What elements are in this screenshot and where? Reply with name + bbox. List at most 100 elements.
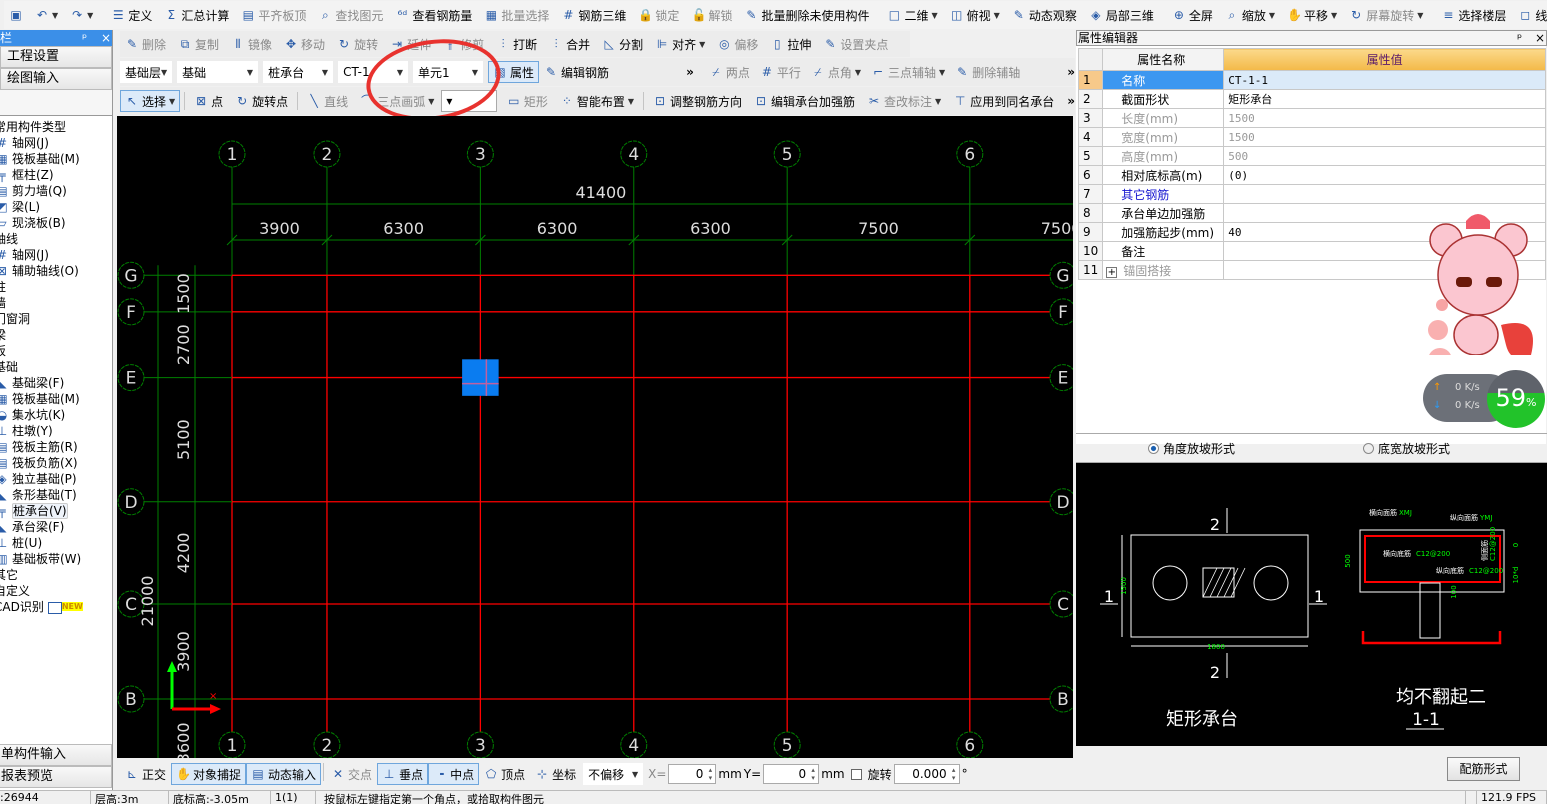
drawing-canvas[interactable]: 1 1 2 2 3 3 4 4 5 5 6 6 B B C C D D E E F F G G 41400 3900 6300 630… <box>117 116 1073 758</box>
dropdown-arrow-icon[interactable]: ▼ <box>87 11 93 20</box>
lock-button[interactable]: 🔒 锁定 <box>633 4 684 26</box>
nav-button[interactable]: 报表预览 <box>0 766 112 788</box>
property-value[interactable]: 矩形承台 <box>1223 89 1546 109</box>
dropdown-arrow-icon[interactable]: ▼ <box>699 40 705 49</box>
tree-item[interactable]: ▦ 筏板基础(M) <box>0 151 112 167</box>
tree-item[interactable]: ◩ 梁(L) <box>0 199 112 215</box>
copy-button[interactable]: ⧉ 复制 <box>173 33 224 55</box>
overflow-chevron-icon[interactable]: » <box>686 65 694 79</box>
tree-category[interactable]: 常用构件类型 <box>0 119 112 135</box>
dropdown-arrow-icon[interactable]: ▼ <box>628 97 634 106</box>
2d-button[interactable]: □ 二维 ▼ <box>882 4 942 26</box>
property-value[interactable]: 500 <box>1223 146 1546 166</box>
property-row[interactable]: 2 截面形状 矩形承台 <box>1077 89 1546 109</box>
tree-item[interactable]: ▤ 剪力墙(Q) <box>0 183 112 199</box>
property-value[interactable]: CT-1-1 <box>1223 70 1546 90</box>
ortho-button[interactable]: ⊾ 正交 <box>120 763 171 785</box>
rebar-qty-button[interactable]: ⁶ᵈ 查看钢筋量 <box>390 4 477 26</box>
tree-item[interactable]: ▤ 筏板负筋(X) <box>0 455 112 471</box>
smart-layout-button[interactable]: ⁘ 智能布置 ▼ <box>555 90 639 112</box>
property-row[interactable]: 6 相对底标高(m) (0) <box>1077 165 1546 185</box>
select-floor-button[interactable]: ≡ 选择楼层 <box>1436 4 1511 26</box>
tree-item[interactable]: ◣ 基础梁(F) <box>0 375 112 391</box>
property-row[interactable]: 1 名称 CT-1-1 <box>1077 70 1546 90</box>
intersection-button[interactable]: ✕ 交点 <box>326 763 377 785</box>
close-icon[interactable]: × <box>1535 31 1545 45</box>
tree-category[interactable]: 墙 <box>0 295 112 311</box>
rotate-point-button[interactable]: ↻ 旋转点 <box>230 90 293 112</box>
slope-option-radio[interactable]: 角度放坡形式 <box>1148 440 1235 457</box>
adjust-rebar-button[interactable]: ⊡ 调整钢筋方向 <box>648 90 747 112</box>
dropdown-arrow-icon[interactable]: ▼ <box>994 11 1000 20</box>
delete-axis-button[interactable]: ✎ 删除辅轴 <box>950 61 1025 83</box>
edit-rebar-button[interactable]: ✎ 编辑钢筋 <box>539 61 614 83</box>
perpendicular-button[interactable]: ⊥ 垂点 <box>377 763 429 785</box>
nav-button[interactable]: 绘图输入 <box>0 68 112 90</box>
x-offset-input[interactable]: 0 <box>668 764 717 784</box>
point-angle-button[interactable]: ⌿ 点角 ▼ <box>806 61 866 83</box>
mirror-button[interactable]: ⫴ 镜像 <box>226 33 277 55</box>
pile-cap-element[interactable] <box>462 359 499 396</box>
tree-item[interactable]: ⊥ 柱墩(Y) <box>0 423 112 439</box>
apply-same-button[interactable]: ⊤ 应用到同名承台 <box>948 90 1059 112</box>
tree-category[interactable]: 板 <box>0 343 112 359</box>
tree-category[interactable]: 其它 <box>0 567 112 583</box>
wireframe-button[interactable]: ◻ 线框 <box>1513 4 1547 26</box>
offset-select[interactable]: 不偏移 ▼ <box>583 763 644 785</box>
tree-item[interactable]: ▤ 筏板主筋(R) <box>0 439 112 455</box>
nav-button[interactable]: 工程设置 <box>0 46 112 68</box>
property-value[interactable]: (0) <box>1223 165 1546 185</box>
tree-item[interactable]: ⊥ 桩(U) <box>0 535 112 551</box>
dynamic-input-button[interactable]: ▤ 动态输入 <box>246 763 322 785</box>
tree-item[interactable]: ◒ 集水坑(K) <box>0 407 112 423</box>
dropdown-arrow-icon[interactable]: ▼ <box>1417 11 1423 20</box>
batch-delete-button[interactable]: ✎ 批量删除未使用构件 <box>739 4 874 26</box>
dropdown-arrow-icon[interactable]: ▼ <box>169 97 175 106</box>
tree-category[interactable]: 梁 <box>0 327 112 343</box>
tree-item[interactable]: ╤ 框柱(Z) <box>0 167 112 183</box>
two-point-button[interactable]: ⌿ 两点 <box>704 61 755 83</box>
slope-option-radio[interactable]: 底宽放坡形式 <box>1363 440 1450 457</box>
vertex-button[interactable]: ⬠ 顶点 <box>479 763 530 785</box>
property-row[interactable]: 3 长度(mm) 1500 <box>1077 108 1546 128</box>
local-3d-button[interactable]: ◈ 局部三维 <box>1084 4 1159 26</box>
rotate-checkbox[interactable] <box>850 768 862 780</box>
screen-rotate-button[interactable]: ↻ 屏幕旋转 ▼ <box>1344 4 1428 26</box>
stretch-button[interactable]: ▯ 拉伸 <box>765 33 816 55</box>
tree-item[interactable]: ◈ 独立基础(P) <box>0 471 112 487</box>
pin-icon[interactable]: ᵖ <box>82 30 87 46</box>
expand-icon[interactable]: + <box>1106 266 1118 278</box>
rotate-angle-input[interactable]: 0.000 <box>893 764 960 784</box>
dropdown-arrow-icon[interactable]: ▼ <box>1269 11 1275 20</box>
define-button[interactable]: ☰ 定义 <box>106 4 157 26</box>
parallel-button[interactable]: # 平行 <box>755 61 806 83</box>
tree-category[interactable]: 自定义 <box>0 583 112 599</box>
flush-slab-button[interactable]: ▤ 平齐板顶 <box>236 4 311 26</box>
point-button[interactable]: ⊠ 点 <box>189 90 228 112</box>
select-button[interactable]: ↖ 选择 ▼ <box>120 90 181 112</box>
tree-item[interactable]: # 轴网(J) <box>0 247 112 263</box>
sum-button[interactable]: Σ 汇总计算 <box>159 4 234 26</box>
delete-button[interactable]: ✎ 删除 <box>120 33 171 55</box>
unlock-button[interactable]: 🔓 解锁 <box>686 4 737 26</box>
rebar-form-button[interactable]: 配筋形式 <box>1447 757 1520 781</box>
category-select[interactable]: 基础 ▼ <box>177 61 259 83</box>
undo-button[interactable]: ↶ ▼ <box>30 4 63 26</box>
pin-icon[interactable]: ᵖ <box>1517 31 1522 45</box>
property-value[interactable]: 1500 <box>1223 108 1546 128</box>
property-value[interactable] <box>1223 184 1546 204</box>
find-button[interactable]: ⌕ 查找图元 <box>313 4 388 26</box>
dropdown-arrow-icon[interactable]: ▼ <box>855 68 861 77</box>
dropdown-arrow-icon[interactable]: ▼ <box>935 97 941 106</box>
property-row[interactable]: 7 其它钢筋 <box>1077 184 1546 204</box>
close-icon[interactable]: × <box>101 30 111 46</box>
batch-select-button[interactable]: ▦ 批量选择 <box>479 4 554 26</box>
zoom-button[interactable]: ⌕ 缩放 ▼ <box>1220 4 1280 26</box>
component-type-select[interactable]: 桩承台 ▼ <box>263 61 334 83</box>
dropdown-arrow-icon[interactable]: ▼ <box>939 68 945 77</box>
overflow-chevron-icon[interactable]: » <box>1067 65 1075 79</box>
save-button[interactable]: ▣ <box>4 4 28 26</box>
y-offset-input[interactable]: 0 <box>763 764 820 784</box>
property-row[interactable]: 4 宽度(mm) 1500 <box>1077 127 1546 147</box>
split-button[interactable]: ◺ 分割 <box>597 33 648 55</box>
